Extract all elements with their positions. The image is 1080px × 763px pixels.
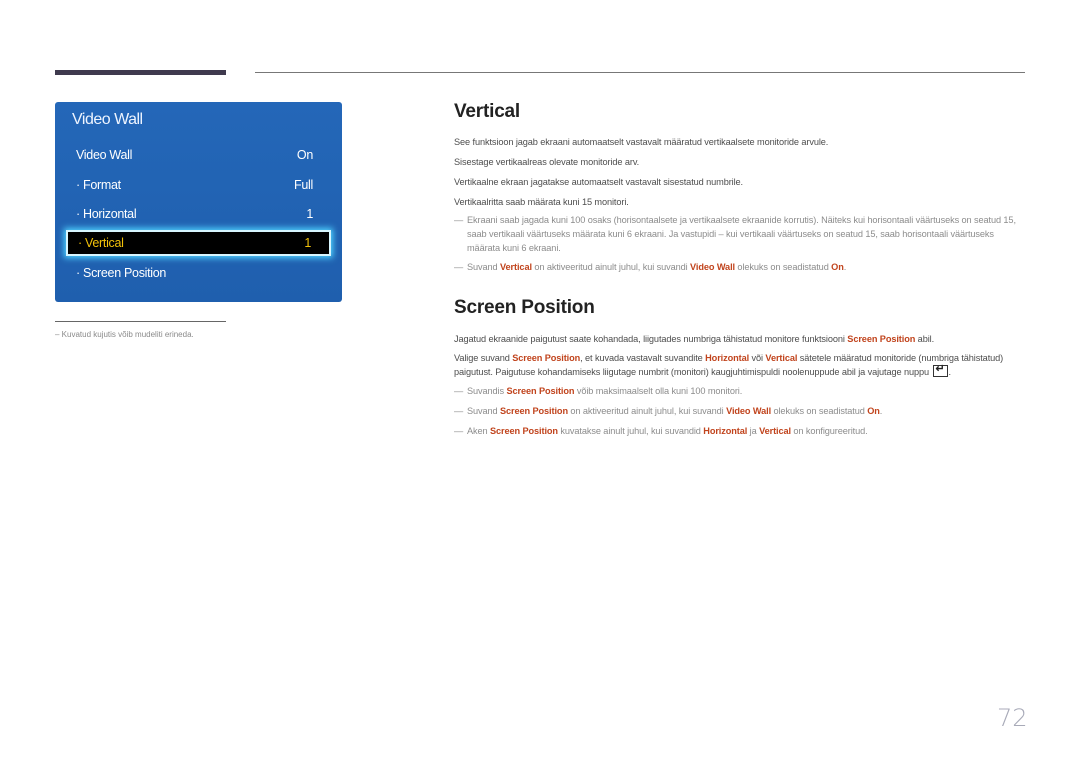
osd-item-vertical[interactable]: · Vertical 1 <box>66 230 331 256</box>
highlight-term: Vertical <box>765 353 798 363</box>
screen-position-heading: Screen Position <box>454 297 595 318</box>
osd-item-label: · Screen Position <box>76 266 167 280</box>
paragraph-text: Valige suvand <box>454 353 513 363</box>
highlight-term: Horizontal <box>705 353 750 363</box>
paragraph: Vertikaalne ekraan jagatakse automaatsel… <box>454 177 744 187</box>
note: ― Suvand Vertical on aktiveeritud ainult… <box>454 260 1029 274</box>
highlight-term: Vertical <box>500 262 532 272</box>
video-wall-osd-menu: Video Wall Video Wall On · Format Full ·… <box>55 102 342 302</box>
note-dash: ― <box>454 406 464 416</box>
osd-title: Video Wall <box>72 111 143 128</box>
highlight-term: Screen Position <box>847 334 916 344</box>
enter-button-icon <box>932 362 948 377</box>
note-text: Suvand <box>467 406 501 416</box>
highlight-term: Screen Position <box>500 406 568 416</box>
osd-item-value: Full <box>294 178 313 192</box>
paragraph-text: või <box>749 353 766 363</box>
note-text: on aktiveeritud ainult juhul, kui suvand… <box>531 262 691 272</box>
highlight-term: Screen Position <box>512 353 581 363</box>
page-number: 72 <box>997 704 1028 732</box>
footnote: – Kuvatud kujutis võib mudeliti erineda. <box>55 330 194 339</box>
osd-item-video-wall[interactable]: Video Wall On <box>66 142 331 168</box>
highlight-term: On <box>867 406 880 416</box>
note-dash: ― <box>454 426 464 436</box>
vertical-body: See funktsioon jagab ekraani automaatsel… <box>454 135 1029 274</box>
highlight-term: On <box>831 262 844 272</box>
vertical-section: Vertical <box>454 101 1029 123</box>
paragraph: Vertikaalritta saab määrata kuni 15 moni… <box>454 197 629 207</box>
paragraph-text: abil. <box>915 334 935 344</box>
note-text: olekuks on seadistatud <box>771 406 868 416</box>
note-text: . <box>879 406 883 416</box>
note-dash: ― <box>454 262 464 272</box>
note: ― Suvandis Screen Position võib maksimaa… <box>454 384 1029 398</box>
highlight-term: Horizontal <box>703 426 748 436</box>
paragraph: Sisestage vertikaalreas olevate monitori… <box>454 157 640 167</box>
paragraph: Jagatud ekraanide paigutust saate kohand… <box>454 332 1029 346</box>
paragraph: Valige suvand Screen Position, et kuvada… <box>454 351 1029 379</box>
osd-item-label: · Horizontal <box>76 207 137 221</box>
note-text: . <box>843 262 847 272</box>
header-accent-bar <box>55 70 226 75</box>
osd-item-label: Video Wall <box>76 148 133 162</box>
note: ― Aken Screen Position kuvatakse ainult … <box>454 424 1029 438</box>
highlight-term: Screen Position <box>490 426 558 436</box>
footnote-rule <box>55 321 226 322</box>
osd-item-value: On <box>296 148 313 162</box>
osd-item-screen-position[interactable]: · Screen Position <box>66 260 331 286</box>
note-text: Suvand <box>467 262 501 272</box>
highlight-term: Video Wall <box>690 262 735 272</box>
header-rule <box>255 72 1025 73</box>
osd-item-value: 1 <box>306 207 313 221</box>
note-text: Ekraani saab jagada kuni 100 osaks (hori… <box>467 215 1016 253</box>
note-text: ja <box>747 426 760 436</box>
note-text: olekuks on seadistatud <box>734 262 832 272</box>
note-text: Aken <box>467 426 490 436</box>
osd-item-value: 1 <box>304 236 311 250</box>
note-text: on aktiveeritud ainult juhul, kui suvand… <box>567 406 727 416</box>
screen-position-section: Screen Position <box>454 297 1029 319</box>
osd-item-horizontal[interactable]: · Horizontal 1 <box>66 201 331 227</box>
note-dash: ― <box>454 386 464 396</box>
note-dash: ― <box>454 215 464 225</box>
osd-item-label: · Format <box>76 178 121 192</box>
note: ― Suvand Screen Position on aktiveeritud… <box>454 404 1029 418</box>
osd-item-label: · Vertical <box>78 236 124 250</box>
note-text: Suvandis <box>467 386 507 396</box>
highlight-term: Screen Position <box>506 386 575 396</box>
note-text: on konfigureeritud. <box>790 426 868 436</box>
paragraph-text: . <box>948 367 952 377</box>
paragraph: See funktsioon jagab ekraani automaatsel… <box>454 137 829 147</box>
note-text: võib maksimaalselt olla kuni 100 monitor… <box>574 386 743 396</box>
highlight-term: Video Wall <box>726 406 772 416</box>
vertical-heading: Vertical <box>454 101 521 122</box>
note-text: kuvatakse ainult juhul, kui suvandid <box>557 426 704 436</box>
paragraph-text: Jagatud ekraanide paigutust saate kohand… <box>454 334 848 344</box>
osd-item-format[interactable]: · Format Full <box>66 172 331 198</box>
paragraph-text: , et kuvada vastavalt suvandite <box>580 353 706 363</box>
note: ― Ekraani saab jagada kuni 100 osaks (ho… <box>454 213 1029 255</box>
highlight-term: Vertical <box>759 426 791 436</box>
screen-position-body: Jagatud ekraanide paigutust saate kohand… <box>454 332 1029 438</box>
